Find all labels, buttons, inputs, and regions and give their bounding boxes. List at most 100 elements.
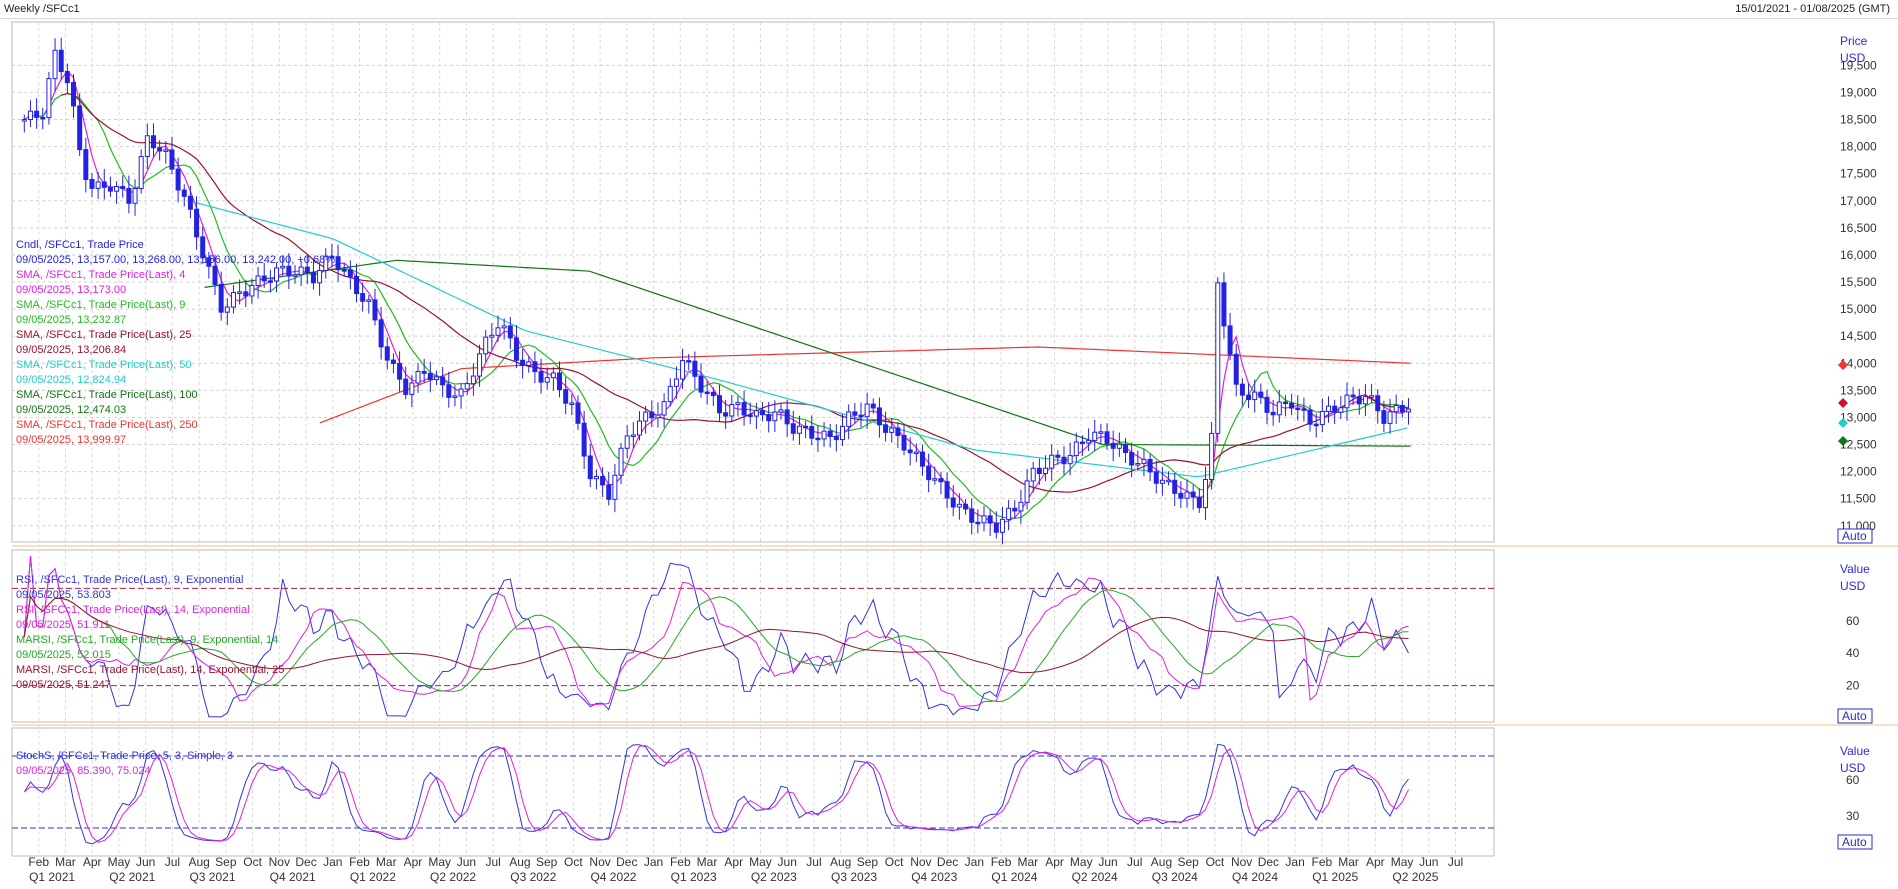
price-legend-name: Cndl, /SFCc1, Trade Price [16,239,144,251]
candle-body [889,427,895,433]
window-title-bar: Weekly /SFCc1 15/01/2021 - 01/08/2025 (G… [0,0,1898,19]
stoch-axis-ticks: 60 30 [1846,773,1860,823]
candle-body [58,49,64,73]
candle-body [458,388,464,397]
candle-body [710,391,716,397]
month-tick-label: Nov [910,855,931,869]
candle-body [107,186,113,192]
month-tick-label: Jan [965,855,984,869]
candle-body [606,484,612,500]
candle-body [1295,407,1301,411]
candle-body [667,385,673,403]
candle-body [1202,478,1208,509]
candle-body [249,284,255,297]
candle-body [1018,501,1024,512]
month-tick-label: Oct [564,855,583,869]
candle-body [753,410,759,417]
price-legend-value: 09/05/2025, 13,232.87 [16,314,126,326]
quarter-tick-label: Q3 2023 [831,870,877,884]
price-tick-label: 18,000 [1840,140,1877,154]
candle-body [1258,391,1264,398]
candle-body [1122,443,1128,454]
month-tick-label: Dec [616,855,637,869]
candle-body [415,370,421,384]
quarter-tick-label: Q2 2025 [1392,870,1438,884]
candle-body [446,384,452,398]
candle-body [1399,404,1405,413]
candle-body [304,266,310,273]
candle-body [1153,471,1159,484]
month-tick-label: Jan [1285,855,1304,869]
month-tick-label: Apr [83,855,102,869]
price-tick-label: 17,000 [1840,194,1877,208]
month-tick-label: Mar [55,855,76,869]
month-tick-label: Apr [1045,855,1064,869]
candle-body [1246,394,1252,401]
candle-body [919,451,925,467]
candle-body [716,395,722,414]
price-tick-label: 16,500 [1840,221,1877,235]
month-tick-label: Nov [1231,855,1252,869]
candle-body [274,267,280,282]
candle-body [1326,405,1332,412]
rsi-legend-value: 09/05/2025, 51.911 [16,619,110,631]
quarter-tick-label: Q1 2021 [29,870,75,884]
candle-body [27,110,33,121]
candle-body [772,411,778,422]
candle-body [1055,454,1061,458]
stoch-legend-value: 09/05/2025, 85.390, 75.024 [16,765,151,777]
candle-body [649,411,655,419]
month-tick-label: Feb [349,855,370,869]
candle-body [987,515,993,524]
price-legend-name: SMA, /SFCc1, Trade Price(Last), 4 [16,269,185,281]
candle-body [883,424,889,433]
month-tick-label: Dec [1258,855,1279,869]
chart-canvas[interactable]: Price USD 19,500 19,000 18,500 18,000 17,500… [0,18,1898,889]
rsi-legend-value: 09/05/2025, 52.015 [16,649,111,661]
price-tick-label: 19,500 [1840,58,1877,72]
rsi-tick-label: 40 [1846,646,1860,660]
candle-body [317,269,323,284]
candle-body [1362,396,1368,405]
candle-body [169,149,175,170]
candle-body [1067,455,1073,465]
candle-body [766,414,772,422]
rsi-legend-name: RSI, /SFCc1, Trade Price(Last), 9, Expon… [16,574,243,586]
stoch-panel[interactable] [11,727,1495,857]
price-legend-name: SMA, /SFCc1, Trade Price(Last), 9 [16,299,185,311]
month-tick-label: Apr [1366,855,1385,869]
month-tick-label: Jan [644,855,663,869]
candle-body [1098,431,1104,434]
quarter-tick-label: Q1 2025 [1312,870,1358,884]
candle-body [114,186,120,192]
chart-title: Weekly /SFCc1 [4,3,80,15]
candle-body [181,189,187,197]
candle-body [1332,405,1338,413]
candle-body [470,375,476,385]
candle-body [778,409,784,413]
candle-body [932,478,938,481]
month-tick-label: Sep [1178,855,1200,869]
month-tick-label: Jan [323,855,342,869]
candle-body [735,402,741,405]
candle-body [870,403,876,409]
price-legend-name: SMA, /SFCc1, Trade Price(Last), 250 [16,419,198,431]
candle-body [194,208,200,238]
candle-body [760,410,766,416]
month-tick-label: Jun [457,855,476,869]
candle-body [618,447,624,476]
candle-body [1036,467,1042,474]
price-legend-name: SMA, /SFCc1, Trade Price(Last), 100 [16,389,198,401]
candle-body [926,465,932,481]
candle-body [1276,401,1282,416]
quarter-tick-label: Q4 2022 [590,870,636,884]
rsi-axis-unit: USD [1840,579,1866,593]
candle-body [741,402,747,416]
month-tick-label: Sep [857,855,879,869]
candle-body [21,119,27,122]
candle-body [1159,479,1165,484]
rsi-axis-ticks: 60 40 20 [1846,614,1860,693]
candle-body [1079,441,1085,445]
candle-body [218,283,224,313]
candle-body [40,116,46,120]
